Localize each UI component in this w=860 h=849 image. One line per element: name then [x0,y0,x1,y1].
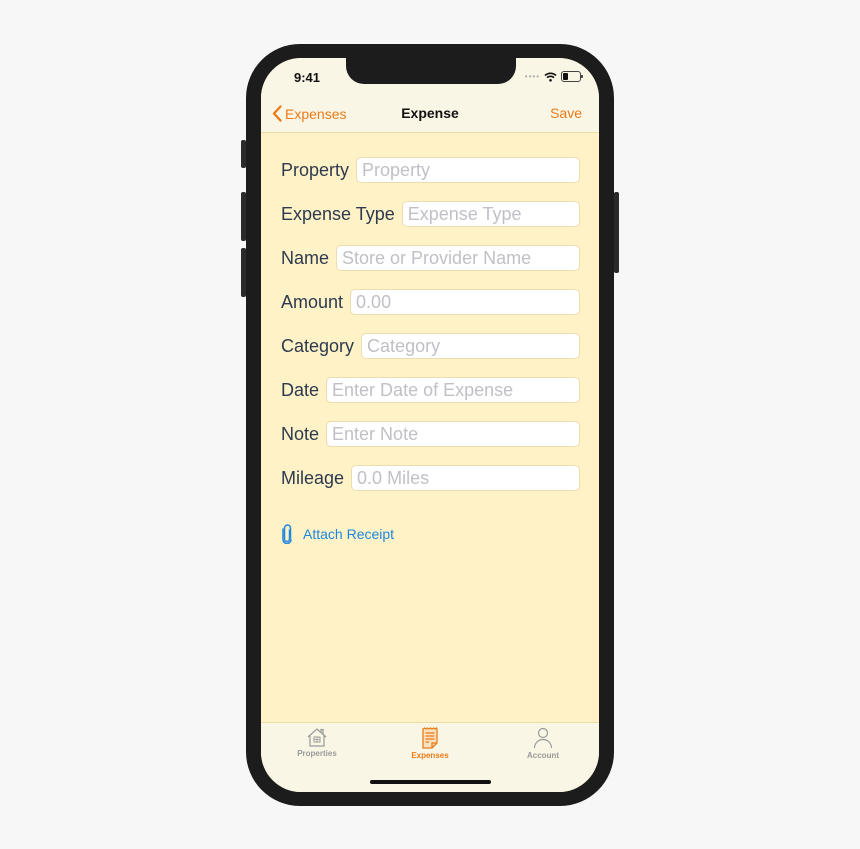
form-row-mileage: Mileage [281,464,580,492]
power-button [614,192,619,273]
status-time: 9:41 [294,70,321,85]
status-icons: •••• [524,71,583,82]
mileage-field[interactable] [351,465,580,491]
notch [346,58,516,84]
page-title: Expense [401,105,459,121]
signal-icon: •••• [524,72,540,81]
mute-switch [241,140,246,168]
volume-down-button [241,248,246,297]
form-row-expense-type: Expense Type [281,200,580,228]
form-row-date: Date [281,376,580,404]
attach-receipt-label: Attach Receipt [303,526,395,542]
name-field[interactable] [336,245,580,271]
property-label: Property [281,159,350,180]
paperclip-icon [282,524,292,544]
date-field[interactable] [326,377,580,403]
navigation-bar: Expenses Expense Save [261,96,599,133]
form-row-property: Property [281,156,580,184]
person-icon [533,727,553,749]
category-label: Category [281,335,355,356]
battery-icon [561,71,583,82]
form-row-note: Note [281,420,580,448]
amount-label: Amount [281,291,344,312]
tab-account[interactable]: Account [503,727,583,760]
note-label: Note [281,423,320,444]
note-field[interactable] [326,421,580,447]
house-icon [307,728,327,747]
tab-expenses-label: Expenses [411,751,449,760]
volume-up-button [241,192,246,241]
attach-receipt-button[interactable]: Attach Receipt [281,524,394,544]
tab-expenses[interactable]: Expenses [390,727,470,760]
tab-account-label: Account [527,751,559,760]
date-label: Date [281,379,320,400]
receipt-icon [422,727,438,749]
expense-type-field[interactable] [401,201,580,227]
amount-field[interactable] [350,289,580,315]
home-indicator[interactable] [370,780,491,784]
form-row-category: Category [281,332,580,360]
expense-form: Property Expense Type Name Amount Catego… [281,156,580,508]
tab-properties[interactable]: Properties [277,727,357,758]
property-field[interactable] [356,157,580,183]
tab-properties-label: Properties [297,749,337,758]
save-button[interactable]: Save [550,105,582,121]
form-row-name: Name [281,244,580,272]
expense-type-label: Expense Type [281,203,395,224]
mileage-label: Mileage [281,467,345,488]
screen: 9:41 •••• Expenses Expense Save Property [261,58,599,792]
form-row-amount: Amount [281,288,580,316]
wifi-icon [544,72,557,82]
name-label: Name [281,247,330,268]
category-field[interactable] [361,333,580,359]
